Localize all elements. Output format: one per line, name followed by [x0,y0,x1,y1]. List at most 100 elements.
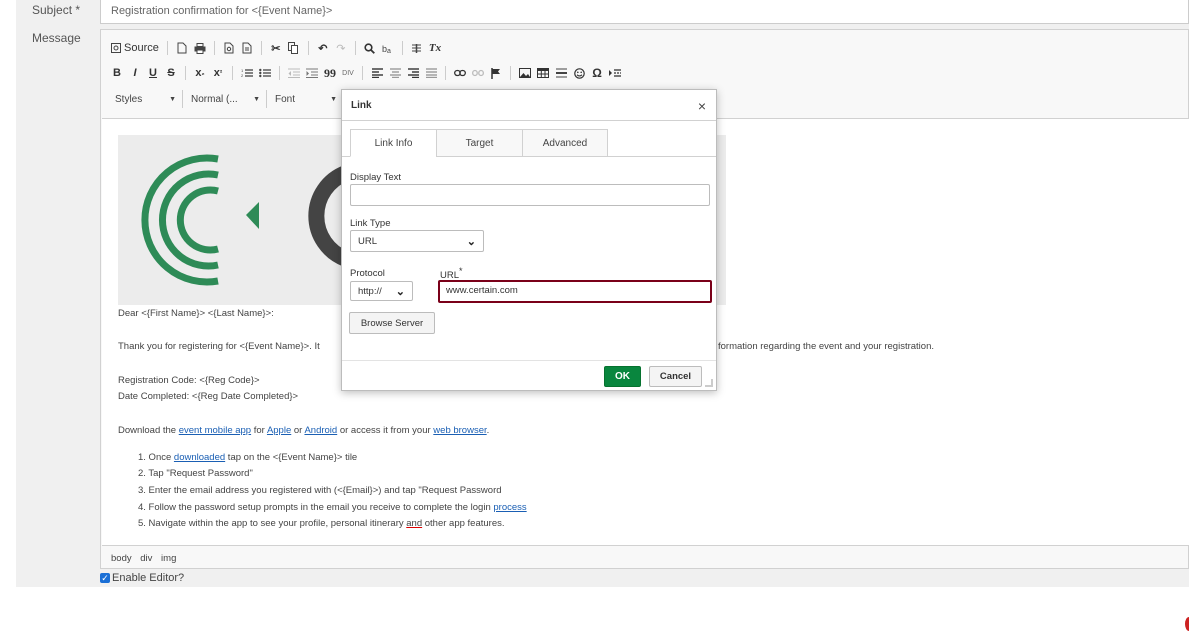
link-type-value: URL [358,235,378,247]
path-item-img[interactable]: img [161,553,176,564]
enable-editor-checkbox[interactable]: ✓ [100,573,110,583]
italic-button[interactable]: I [127,64,143,82]
protocol-label: Protocol [350,268,385,279]
thanks-line-end: formation regarding the event and your r… [718,341,934,352]
styles-dropdown[interactable]: Styles ▼ [109,90,183,108]
web-browser-link[interactable]: web browser [433,425,486,436]
protocol-value: http:// [358,285,382,297]
blockquote-icon[interactable]: 99 [322,64,338,82]
page-break-icon[interactable] [607,64,623,82]
increase-indent-icon[interactable] [304,64,320,82]
greeting-line: Dear <{First Name}> <{Last Name}>: [118,308,274,319]
enable-editor-row: ✓ Enable Editor? [100,572,184,584]
copy-icon[interactable] [286,39,302,57]
link-type-select[interactable]: URL ⌄ [350,230,484,252]
templates-icon[interactable] [239,39,255,57]
step-text: 4. Follow the password setup prompts in … [138,502,494,513]
thanks-line-start: Thank you for registering for <{Event Na… [118,341,320,352]
list-item: 1. Once downloaded tap on the <{Event Na… [138,452,357,463]
tab-advanced[interactable]: Advanced [522,129,608,157]
align-right-icon[interactable] [405,64,421,82]
cancel-button[interactable]: Cancel [649,366,702,387]
browse-server-button[interactable]: Browse Server [349,312,435,334]
reg-code-line: Registration Code: <{Reg Code}> [118,375,260,386]
subscript-icon[interactable]: x₂ [192,64,208,82]
event-app-link[interactable]: event mobile app [179,425,251,436]
downloaded-link[interactable]: downloaded [174,452,225,463]
toolbar-separator [185,66,186,80]
cut-icon[interactable]: ✂ [268,39,284,57]
download-text: or [291,425,305,436]
resize-grip-icon[interactable] [705,379,713,387]
find-icon[interactable] [362,39,378,57]
link-type-label: Link Type [350,218,391,229]
toolbar-separator [401,41,403,55]
process-link[interactable]: process [493,502,526,513]
spellcheck-word: and [406,518,423,529]
list-item: 2. Tap "Request Password" [138,468,253,479]
spellcheck-icon[interactable] [409,39,425,57]
undo-icon[interactable]: ↶ [315,39,331,57]
superscript-icon[interactable]: x² [210,64,226,82]
align-center-icon[interactable] [387,64,403,82]
step-text: 1. Once [138,452,174,463]
url-input[interactable]: www.certain.com [438,280,712,303]
link-icon[interactable] [452,64,468,82]
format-dropdown[interactable]: Normal (... ▼ [185,90,267,108]
replace-icon[interactable]: ba [380,39,396,57]
strikethrough-button[interactable]: S [163,64,179,82]
display-text-input[interactable] [350,184,710,206]
underline-button[interactable]: U [145,64,161,82]
list-item: 5. Navigate within the app to see your p… [138,518,505,529]
numbered-list-icon[interactable]: 12 [239,64,255,82]
anchor-flag-icon[interactable] [488,64,504,82]
horizontal-rule-icon[interactable] [553,64,569,82]
format-label: Normal (... [191,93,238,105]
android-link[interactable]: Android [304,425,337,436]
preview-icon[interactable] [221,39,237,57]
download-text: for [251,425,267,436]
apple-link[interactable]: Apple [267,425,291,436]
url-label: URL* [440,266,463,281]
step-text: tap on the <{Event Name}> tile [225,452,358,463]
tab-link-info[interactable]: Link Info [350,129,437,157]
date-completed-line: Date Completed: <{Reg Date Completed}> [118,391,299,402]
table-icon[interactable] [535,64,551,82]
protocol-select[interactable]: http:// ⌄ [350,281,413,301]
toolbar-separator [354,41,356,55]
unlink-icon[interactable] [470,64,486,82]
print-icon[interactable] [192,39,208,57]
svg-text:a: a [387,48,391,54]
element-path-bar: body div img [111,553,182,564]
subject-label-text: Subject [32,3,73,17]
font-dropdown[interactable]: Font ▼ [269,90,343,108]
bulleted-list-icon[interactable] [257,64,273,82]
source-label: Source [124,42,159,54]
dialog-title: Link [342,90,716,121]
close-icon[interactable]: × [698,98,706,114]
scroll-indicator[interactable] [1185,617,1189,631]
justify-icon[interactable] [423,64,439,82]
new-page-icon[interactable] [174,39,190,57]
list-item: 4. Follow the password setup prompts in … [138,502,527,513]
bold-button[interactable]: B [109,64,125,82]
smiley-icon[interactable] [571,64,587,82]
svg-text:2: 2 [241,73,244,78]
tab-target[interactable]: Target [436,129,523,157]
redo-icon[interactable]: ↷ [333,39,349,57]
ok-button[interactable]: OK [604,366,641,387]
creatediv-icon[interactable]: DIV [340,64,356,82]
toolbar-row-3: Styles ▼ Normal (... ▼ Font ▼ [109,89,343,109]
subject-input[interactable]: Registration confirmation for <{Event Na… [100,0,1189,24]
toolbar-separator [213,41,215,55]
step-text: other app features. [422,518,505,529]
path-item-div[interactable]: div [140,553,152,564]
decrease-indent-icon[interactable] [286,64,302,82]
remove-format-icon[interactable]: Tx [427,39,443,57]
special-char-icon[interactable]: Ω [589,64,605,82]
source-button[interactable]: Source [109,39,161,57]
image-icon[interactable] [517,64,533,82]
path-item-body[interactable]: body [111,553,132,564]
required-marker: * [75,3,81,17]
align-left-icon[interactable] [369,64,385,82]
